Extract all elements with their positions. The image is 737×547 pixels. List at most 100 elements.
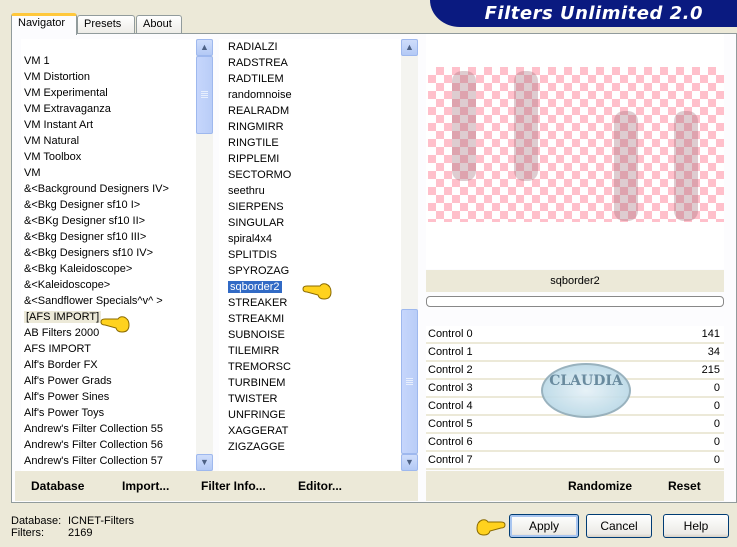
list-item[interactable]: SUBNOISE xyxy=(225,327,401,343)
list-item[interactable]: RADSTREA xyxy=(225,55,401,71)
database-button[interactable]: Database xyxy=(31,479,84,493)
list-item[interactable]: VM Natural xyxy=(21,133,196,149)
list-item[interactable]: UNFRINGE xyxy=(225,407,401,423)
list-item-label: &<Bkg Designer sf10 III> xyxy=(24,231,147,243)
list-item[interactable]: VM xyxy=(21,165,196,181)
list-item[interactable]: Alf's Power Toys xyxy=(21,405,196,421)
scroll-down-icon[interactable]: ▼ xyxy=(401,454,418,471)
filter-info-button[interactable]: Filter Info... xyxy=(201,479,266,493)
control-slider-row[interactable]: Control 0 141 xyxy=(426,326,724,344)
list-item[interactable]: &<Background Designers IV> xyxy=(21,181,196,197)
cancel-button[interactable]: Cancel xyxy=(586,514,652,538)
list-item[interactable]: Andrew's Filter Collection 56 xyxy=(21,437,196,453)
list-item[interactable]: VM 1 xyxy=(21,53,196,69)
list-item[interactable]: VM Distortion xyxy=(21,69,196,85)
list-item[interactable]: &<Bkg Designer sf10 III> xyxy=(21,229,196,245)
help-button[interactable]: Help xyxy=(663,514,729,538)
import-button[interactable]: Import... xyxy=(122,479,169,493)
list-item[interactable]: SPYROZAG xyxy=(225,263,401,279)
scroll-up-icon[interactable]: ▲ xyxy=(196,39,213,56)
control-slider-row[interactable]: Control 7 0 xyxy=(426,452,724,470)
list-item[interactable]: SPLITDIS xyxy=(225,247,401,263)
tab-about[interactable]: About xyxy=(136,15,182,34)
tab-presets[interactable]: Presets xyxy=(77,15,135,34)
list-item-label: ZIGZAGGE xyxy=(228,441,285,453)
category-list[interactable]: VM 1 VM Distortion VM Experimental VM Extra… xyxy=(21,39,196,471)
selected-filter-name: sqborder2 xyxy=(426,270,724,292)
scroll-down-icon[interactable]: ▼ xyxy=(196,454,213,471)
control-slider-row[interactable]: Control 5 0 xyxy=(426,416,724,434)
list-item-label: AFS IMPORT xyxy=(24,343,92,355)
list-item[interactable]: seethru xyxy=(225,183,401,199)
list-item[interactable]: Andrew's Filter Collection 57 xyxy=(21,453,196,469)
list-item[interactable]: TREMORSC xyxy=(225,359,401,375)
list-item-label: VM 1 xyxy=(24,55,50,67)
filter-scroll-thumb[interactable] xyxy=(401,309,418,454)
control-label: Control 1 xyxy=(428,346,473,358)
list-item[interactable]: Andrew's Filter Collection 55 xyxy=(21,421,196,437)
apply-button[interactable]: Apply xyxy=(509,514,579,538)
list-item[interactable]: RIPPLEMI xyxy=(225,151,401,167)
category-scroll-thumb[interactable] xyxy=(196,56,213,134)
list-item[interactable]: spiral4x4 xyxy=(225,231,401,247)
list-item[interactable]: TWISTER xyxy=(225,391,401,407)
list-item[interactable]: AFS IMPORT xyxy=(21,341,196,357)
list-item[interactable]: &<Bkg Designers sf10 IV> xyxy=(21,245,196,261)
list-item[interactable]: VM Toolbox xyxy=(21,149,196,165)
list-item[interactable]: TILEMIRR xyxy=(225,343,401,359)
filter-scrollbar[interactable]: ▲ ▼ xyxy=(401,39,418,471)
preview-image xyxy=(428,67,724,222)
list-item[interactable]: SIERPENS xyxy=(225,199,401,215)
control-slider-row[interactable]: Control 1 34 xyxy=(426,344,724,362)
progress-bar xyxy=(426,296,724,307)
list-item-label: VM Instant Art xyxy=(24,119,94,131)
list-item[interactable]: XAGGERAT xyxy=(225,423,401,439)
list-item[interactable]: VM Extravaganza xyxy=(21,101,196,117)
list-item[interactable]: REALRADM xyxy=(225,103,401,119)
list-item[interactable]: RINGMIRR xyxy=(225,119,401,135)
control-label: Control 5 xyxy=(428,418,473,430)
filter-list[interactable]: RADIALZI RADSTREA RADTILEM randomnoise REALR… xyxy=(219,39,401,471)
list-item[interactable]: RADIALZI xyxy=(225,39,401,55)
list-item[interactable]: RINGTILE xyxy=(225,135,401,151)
list-item-label: RINGMIRR xyxy=(228,121,284,133)
list-item[interactable]: VM Instant Art xyxy=(21,117,196,133)
list-item[interactable]: Alf's Power Grads xyxy=(21,373,196,389)
list-item-label: &<Sandflower Specials^v^ > xyxy=(24,295,163,307)
tab-navigator[interactable]: Navigator xyxy=(11,13,77,35)
list-item[interactable]: &<Sandflower Specials^v^ > xyxy=(21,293,196,309)
list-item[interactable]: &<BKg Designer sf10 II> xyxy=(21,213,196,229)
list-item-label: VM Toolbox xyxy=(24,151,82,163)
reset-button[interactable]: Reset xyxy=(668,479,701,493)
list-item-label: REALRADM xyxy=(228,105,290,117)
list-item[interactable]: RADTILEM xyxy=(225,71,401,87)
list-item-label: STREAKER xyxy=(228,297,288,309)
list-item-label: SINGULAR xyxy=(228,217,285,229)
list-item-label: VM Natural xyxy=(24,135,80,147)
list-item[interactable]: SECTORMO xyxy=(225,167,401,183)
control-slider-row[interactable]: Control 6 0 xyxy=(426,434,724,452)
list-item[interactable]: randomnoise xyxy=(225,87,401,103)
preview-area xyxy=(426,34,724,269)
list-item[interactable]: Alf's Power Sines xyxy=(21,389,196,405)
list-item[interactable]: STREAKMI xyxy=(225,311,401,327)
list-item[interactable]: VM Experimental xyxy=(21,85,196,101)
list-item[interactable]: ZIGZAGGE xyxy=(225,439,401,455)
list-item-label: seethru xyxy=(228,185,265,197)
list-item[interactable]: &<Kaleidoscope> xyxy=(21,277,196,293)
list-item[interactable]: Alf's Border FX xyxy=(21,357,196,373)
list-item-label: STREAKMI xyxy=(228,313,285,325)
randomize-button[interactable]: Randomize xyxy=(568,479,632,493)
control-label: Control 0 xyxy=(428,328,473,340)
list-item-label: SECTORMO xyxy=(228,169,292,181)
editor-button[interactable]: Editor... xyxy=(298,479,342,493)
scroll-up-icon[interactable]: ▲ xyxy=(401,39,418,56)
list-item[interactable]: &<Bkg Designer sf10 I> xyxy=(21,197,196,213)
category-scrollbar[interactable]: ▲ ▼ xyxy=(196,39,213,471)
list-item-label: &<BKg Designer sf10 II> xyxy=(24,215,146,227)
control-label: Control 7 xyxy=(428,454,473,466)
list-item[interactable]: TURBINEM xyxy=(225,375,401,391)
list-item[interactable]: SINGULAR xyxy=(225,215,401,231)
left-action-bar: Database Import... Filter Info... Editor… xyxy=(15,471,418,501)
list-item[interactable]: &<Bkg Kaleidoscope> xyxy=(21,261,196,277)
